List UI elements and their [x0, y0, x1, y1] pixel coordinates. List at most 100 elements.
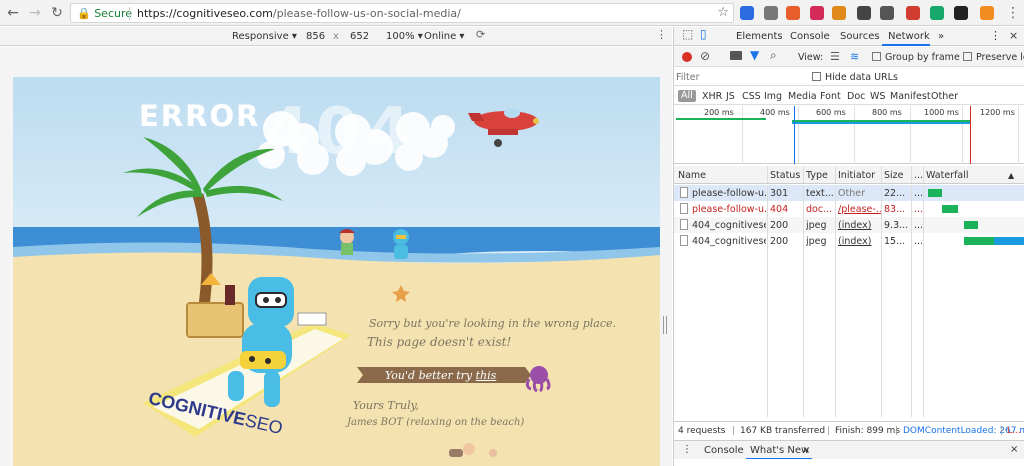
url-path: /please-follow-us-on-social-media/ — [272, 7, 461, 20]
secure-indicator[interactable]: 🔒 Secure — [77, 6, 132, 21]
extension-icon-3[interactable] — [786, 6, 800, 20]
cell-initiator[interactable]: /please-... — [838, 204, 882, 215]
column-header-name[interactable]: Name — [678, 170, 768, 181]
extension-icon-9[interactable] — [930, 6, 944, 20]
device-toggle-icon[interactable]: ▯ — [700, 28, 707, 40]
cell-status: 404 — [770, 204, 789, 215]
more-tabs-icon[interactable]: » — [938, 31, 944, 42]
filter-icon[interactable]: ▼ — [750, 48, 759, 62]
filter-input[interactable] — [676, 70, 804, 84]
group-by-frame-label: Group by frame — [885, 52, 960, 63]
cell-initiator[interactable]: (index) — [838, 236, 882, 247]
device-more-icon[interactable]: ⋮ — [656, 29, 667, 40]
extension-icon-1[interactable] — [740, 6, 754, 20]
extension-icon-2[interactable] — [764, 6, 778, 20]
type-filter-font[interactable]: Font — [820, 91, 841, 102]
reload-icon[interactable]: ↻ — [48, 4, 66, 22]
type-filter-manifest[interactable]: Manifest — [890, 91, 931, 102]
devtools-close-icon[interactable]: × — [1009, 30, 1018, 41]
waterfall-bar[interactable] — [964, 237, 994, 245]
column-header-size[interactable]: Size — [884, 170, 912, 181]
times-label: x — [333, 31, 339, 42]
large-rows-icon[interactable]: ☰ — [830, 50, 840, 63]
drawer-close-icon[interactable]: × — [1010, 444, 1018, 455]
tab-network[interactable]: Network — [888, 31, 930, 42]
record-icon[interactable] — [682, 52, 692, 62]
signature-line-2: James BOT (relaxing on the beach) — [347, 417, 525, 428]
type-filter-media[interactable]: Media — [788, 91, 817, 102]
network-throttle-select[interactable]: Online ▾ — [424, 31, 464, 42]
type-filter-other[interactable]: Other — [931, 91, 958, 102]
column-divider — [881, 166, 882, 183]
type-filter-doc[interactable]: Doc — [847, 91, 865, 102]
drawer-tab-console[interactable]: Console — [704, 445, 744, 456]
whats-new-close-icon[interactable]: × — [802, 445, 810, 456]
request-row[interactable]: 404_cognitivese...200jpeg(index)15...... — [674, 233, 1024, 249]
inspect-icon[interactable]: ⬚ — [682, 28, 693, 40]
forward-icon[interactable]: → — [26, 4, 44, 22]
group-by-frame-checkbox[interactable] — [872, 52, 881, 61]
waterfall-bar[interactable] — [928, 189, 942, 197]
extension-icon-5[interactable] — [832, 6, 846, 20]
tab-console[interactable]: Console — [790, 31, 830, 42]
url-text[interactable]: https://cognitiveseo.com/please-follow-u… — [137, 6, 461, 21]
cell-initiator[interactable]: Other — [838, 188, 882, 199]
overview-tick-label: 600 ms — [816, 108, 846, 117]
summary-separator-4: | — [1000, 426, 1004, 436]
type-filter-css[interactable]: CSS — [742, 91, 761, 102]
column-header-type[interactable]: Type — [806, 170, 836, 181]
type-filter-js[interactable]: JS — [726, 91, 735, 102]
rotate-icon[interactable]: ⟳ — [476, 29, 485, 40]
request-row[interactable]: 404_cognitivese...200jpeg(index)9.3.....… — [674, 217, 1024, 233]
clear-icon[interactable]: ⊘ — [700, 49, 710, 63]
tab-elements[interactable]: Elements — [736, 31, 783, 42]
column-header-initiator[interactable]: Initiator — [838, 170, 882, 181]
type-filter-all[interactable]: All — [678, 90, 696, 102]
request-row[interactable]: please-follow-u... 404 doc... /please-... 83… — [674, 201, 1024, 217]
waterfall-bar[interactable] — [964, 221, 978, 229]
viewport-height-input[interactable]: 652 — [350, 31, 369, 42]
back-icon[interactable]: ← — [4, 4, 22, 22]
type-filter-img[interactable]: Img — [764, 91, 782, 102]
drawer-menu-icon[interactable]: ⋮ — [682, 444, 692, 455]
device-mode-select[interactable]: Responsive ▾ — [232, 31, 297, 42]
cell-initiator[interactable]: (index) — [838, 220, 882, 231]
extension-icon-6[interactable] — [857, 6, 871, 20]
cta-link[interactable]: this — [476, 369, 497, 382]
column-header-status[interactable]: Status — [770, 170, 804, 181]
type-filter-xhr[interactable]: XHR — [702, 91, 722, 102]
drawer-tab-whats-new[interactable]: What's New — [750, 445, 809, 456]
capture-screenshots-icon[interactable] — [730, 51, 742, 60]
requests-table-header: Name Status Type Initiator Size... Waterfall ▲ — [674, 166, 1024, 184]
view-label: View: — [798, 52, 824, 63]
overview-gridline — [798, 106, 799, 164]
extension-icon-4[interactable] — [810, 6, 824, 20]
search-icon[interactable]: ⌕ — [770, 48, 777, 63]
column-divider — [835, 185, 836, 417]
omnibox-divider — [129, 7, 130, 20]
tab-sources[interactable]: Sources — [840, 31, 880, 42]
type-filter-ws[interactable]: WS — [870, 91, 885, 102]
viewport-width-input[interactable]: 856 — [306, 31, 325, 42]
extension-icon-10[interactable] — [954, 6, 968, 20]
overview-gridline — [742, 106, 743, 164]
address-bar[interactable]: 🔒 Secure https://cognitiveseo.com/please… — [70, 3, 734, 23]
extension-icon-11[interactable] — [980, 6, 994, 20]
request-row[interactable]: please-follow-u... 301 text... Other 22.....… — [674, 185, 1024, 201]
extension-icon-8[interactable] — [906, 6, 920, 20]
signature-line-1: Yours Truly, — [353, 399, 419, 412]
waterfall-bar[interactable] — [942, 205, 958, 213]
overview-icon[interactable]: ≋ — [850, 50, 859, 63]
column-divider — [923, 166, 924, 183]
zoom-select[interactable]: 100% ▾ — [386, 31, 423, 42]
preserve-log-checkbox[interactable] — [963, 52, 972, 61]
sort-ascending-icon[interactable]: ▲ — [1008, 170, 1014, 181]
devtools-menu-icon[interactable]: ⋮ — [990, 30, 1001, 41]
extension-icon-7[interactable] — [880, 6, 894, 20]
panel-resize-handle[interactable] — [663, 316, 667, 334]
waterfall-bar-download[interactable] — [994, 237, 1024, 245]
column-divider — [767, 185, 768, 417]
bookmark-star-icon[interactable]: ☆ — [717, 5, 729, 20]
hide-data-urls-checkbox[interactable] — [812, 72, 821, 81]
browser-menu-icon[interactable]: ⋮ — [1004, 4, 1022, 22]
